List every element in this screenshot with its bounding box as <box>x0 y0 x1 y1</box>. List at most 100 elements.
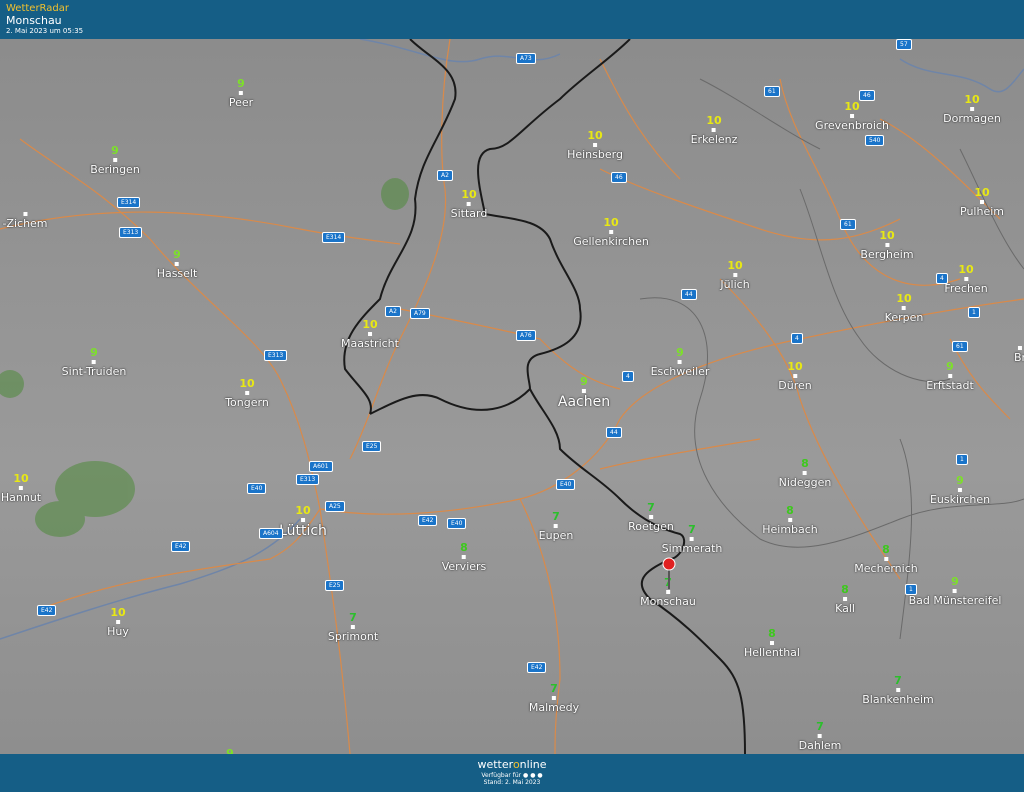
city-hannut[interactable]: 10 Hannut <box>1 473 41 505</box>
road-shield: 44 <box>606 427 622 438</box>
city-name: Gellenkirchen <box>573 235 649 248</box>
city-value: 9 <box>237 77 245 90</box>
city-value: 10 <box>362 318 378 331</box>
road-shield: A25 <box>325 501 345 512</box>
city-dot <box>551 696 556 700</box>
city-düren[interactable]: 10 Düren <box>778 360 811 393</box>
wetteronline-logo: wetteronline <box>477 758 547 771</box>
city-jülich[interactable]: 10 Jülich <box>720 259 750 292</box>
city-value: 8 <box>786 504 794 517</box>
city-verviers[interactable]: 8 Verviers <box>442 541 487 574</box>
city-name: Jülich <box>720 278 750 291</box>
city-value: 7 <box>816 720 824 733</box>
city-dot <box>884 243 889 247</box>
road-shield: 1 <box>968 307 980 318</box>
city-name: Hasselt <box>156 267 198 280</box>
city-name: Erftstadt <box>926 379 974 392</box>
city-erkelenz[interactable]: 10 Erkelenz <box>691 114 738 147</box>
city-value: 10 <box>787 360 803 373</box>
city-dot <box>849 114 854 118</box>
city-simmerath[interactable]: 7 Simmerath <box>661 524 723 556</box>
city-dot <box>817 734 822 738</box>
city-dot <box>239 91 243 95</box>
city-value: 8 <box>841 583 849 596</box>
road-shield: 4 <box>936 273 948 284</box>
city-name: Euskirchen <box>929 493 991 506</box>
city-value: 10 <box>239 377 255 390</box>
city-grevenbroich[interactable]: 10 Grevenbroich <box>815 101 889 133</box>
city-mechernich[interactable]: 8 Mechernich <box>854 544 917 576</box>
city-dot <box>883 557 888 561</box>
city-bad-münstereifel[interactable]: 9 Bad Münstereifel <box>909 576 1002 608</box>
city-heinsberg[interactable]: 10 Heinsberg <box>567 129 623 162</box>
city-beringen[interactable]: 9 Beringen <box>90 144 140 177</box>
city-malmedy[interactable]: 7 Malmedy <box>529 682 579 715</box>
city-br[interactable]: Br <box>1014 345 1024 364</box>
road-shield: 4 <box>622 371 634 382</box>
city-eschweiler[interactable]: 9 Eschweiler <box>651 347 710 379</box>
city-erftstadt[interactable]: 9 Erftstadt <box>926 361 974 393</box>
location-pin-icon[interactable] <box>662 557 676 589</box>
city-value: 10 <box>727 259 743 272</box>
city-dot <box>608 230 613 234</box>
city-huy[interactable]: 10 Huy <box>107 606 129 639</box>
city-name: Kall <box>835 602 855 615</box>
city-name: Lüttich <box>279 523 327 539</box>
city-blankenheim[interactable]: 7 Blankenheim <box>862 674 934 707</box>
city-peer[interactable]: 9 Peer <box>229 77 253 110</box>
city-gellenkirchen[interactable]: 10 Gellenkirchen <box>573 217 649 249</box>
city-sprimont[interactable]: 7 Sprimont <box>328 611 378 644</box>
road-shield: E25 <box>325 580 345 591</box>
road-shield: 46 <box>611 172 627 183</box>
road-shield: E40 <box>247 483 267 494</box>
city-value: 9 <box>956 474 964 487</box>
city-value: 10 <box>896 292 912 305</box>
road-shield: 57 <box>896 39 912 50</box>
city-hasselt[interactable]: 9 Hasselt <box>156 249 198 281</box>
city-euskirchen[interactable]: 9 Euskirchen <box>929 474 991 507</box>
city-value: 7 <box>550 682 558 695</box>
city-hellenthal[interactable]: 8 Hellenthal <box>744 628 800 660</box>
city-dormagen[interactable]: 10 Dormagen <box>943 94 1001 126</box>
city--zichem[interactable]: -Zichem <box>2 211 48 230</box>
city-dot <box>22 212 27 216</box>
city-dahlem[interactable]: 7 Dahlem <box>798 720 842 753</box>
road-shield: A2 <box>437 170 453 181</box>
city-frechen[interactable]: 10 Frechen <box>944 264 987 296</box>
city-value: 7 <box>894 674 902 687</box>
city-value: 10 <box>706 114 722 127</box>
city-pulheim[interactable]: 10 Pulheim <box>960 186 1004 219</box>
city-name: Dahlem <box>798 739 842 752</box>
city-value: 8 <box>460 541 468 554</box>
city-bergheim[interactable]: 10 Bergheim <box>860 230 913 262</box>
city-sittard[interactable]: 10 Sittard <box>451 189 488 221</box>
city-dot <box>947 374 952 378</box>
city-dot <box>732 273 737 277</box>
city-dot <box>953 589 957 593</box>
city-name: Dormagen <box>943 112 1001 125</box>
city-dot <box>979 200 984 204</box>
city-value: 10 <box>587 129 603 142</box>
city-value: 7 <box>349 611 357 624</box>
city-aachen[interactable]: 9 Aachen <box>558 376 610 411</box>
city-nideggen[interactable]: 8 Nideggen <box>779 458 832 490</box>
city-value: 10 <box>110 606 126 619</box>
city-value: 9 <box>111 144 119 157</box>
road-shield: E42 <box>37 605 57 616</box>
radar-map[interactable]: 9 Peer 9 Beringen -Zichem 9 Hasselt 9 Sint-Truid… <box>0 39 1024 754</box>
city-kall[interactable]: 8 Kall <box>835 583 855 616</box>
city-dot <box>301 518 305 522</box>
city-lüttich[interactable]: 10 Lüttich <box>279 505 327 540</box>
city-value: 10 <box>974 186 990 199</box>
city-dot <box>793 374 797 378</box>
timestamp: 2. Mai 2023 um 05:35 <box>6 27 84 35</box>
city-kerpen[interactable]: 10 Kerpen <box>885 292 924 325</box>
city-heimbach[interactable]: 8 Heimbach <box>762 504 818 537</box>
city-name: Simmerath <box>661 542 723 555</box>
brand-title: WetterRadar <box>6 3 70 14</box>
city-tongern[interactable]: 10 Tongern <box>225 377 269 410</box>
city-maastricht[interactable]: 10 Maastricht <box>341 318 399 351</box>
city-eupen[interactable]: 7 Eupen <box>539 511 574 543</box>
city-sint-truiden[interactable]: 9 Sint-Truiden <box>62 347 127 379</box>
city-dot <box>91 360 96 364</box>
